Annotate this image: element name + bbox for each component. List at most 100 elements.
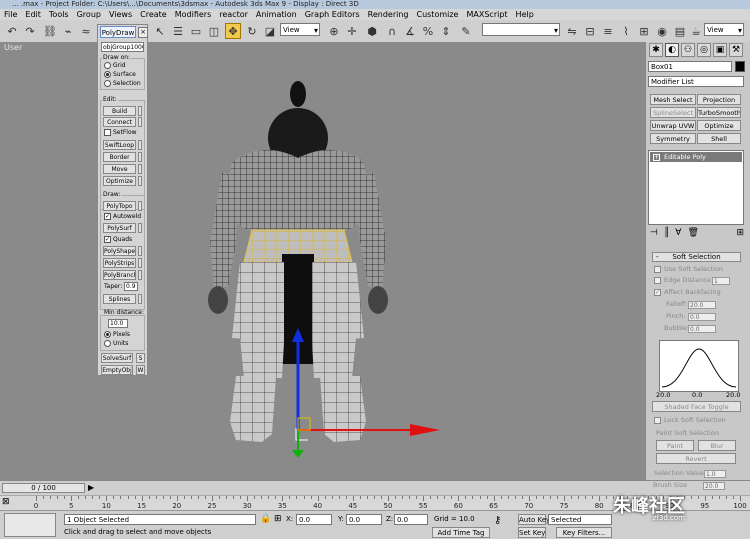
keyboard-shortcut-icon[interactable]: ⬢ xyxy=(364,23,380,39)
autoweld-checkbox[interactable]: ✓ Autoweld xyxy=(104,213,141,221)
schematic-view-icon[interactable]: ⊞ xyxy=(636,23,652,39)
shaded-face-toggle-button[interactable]: Shaded Face Toggle xyxy=(652,401,741,412)
undo-icon[interactable]: ↶ xyxy=(4,23,20,39)
projection-button[interactable]: Projection xyxy=(697,94,741,105)
reference-coordinate-dropdown[interactable]: View xyxy=(280,23,320,37)
menu-graph-editors[interactable]: Graph Editors xyxy=(301,9,364,20)
select-by-name-icon[interactable]: ☰ xyxy=(170,23,186,39)
build-options-button[interactable] xyxy=(138,106,142,116)
configure-sets-icon[interactable]: ⊞ xyxy=(736,228,744,240)
object-name-field[interactable]: objGroup10001 xyxy=(101,42,144,52)
build-button[interactable]: Build xyxy=(103,106,136,116)
taper-input[interactable]: 0.9 xyxy=(124,282,138,291)
key-icon[interactable]: ⚷ xyxy=(494,515,501,526)
expand-icon[interactable]: + xyxy=(653,154,660,161)
render-type-dropdown[interactable]: View xyxy=(704,23,744,37)
connect-options-button[interactable] xyxy=(138,117,142,127)
move-options-button[interactable] xyxy=(138,164,142,174)
spinner-snap-icon[interactable]: ⇕ xyxy=(438,23,454,39)
revert-button[interactable]: Revert xyxy=(656,453,736,464)
named-selection-icon[interactable]: ✎ xyxy=(458,23,474,39)
falloff-spinner[interactable]: 20.0 xyxy=(688,301,716,309)
display-tab-icon[interactable]: ▣ xyxy=(713,43,727,57)
utilities-tab-icon[interactable]: ⚒ xyxy=(729,43,743,57)
solvesurf-button[interactable]: SolveSurf xyxy=(101,353,133,363)
mesh-select-button[interactable]: Mesh Select xyxy=(650,94,696,105)
add-time-tag-button[interactable]: Add Time Tag xyxy=(432,527,490,538)
selection-value-spinner[interactable]: 1.0 xyxy=(704,470,726,478)
splines-options-button[interactable] xyxy=(138,294,142,304)
polyshapes-button[interactable]: PolyShapes xyxy=(103,246,136,256)
material-editor-icon[interactable]: ◉ xyxy=(654,23,670,39)
object-name-input[interactable]: Box01 xyxy=(648,61,732,72)
affect-backfacing-checkbox[interactable]: ✓ Affect Backfacing xyxy=(654,288,721,297)
select-link-icon[interactable]: ⛓ xyxy=(42,23,58,39)
menu-modifiers[interactable]: Modifiers xyxy=(171,9,216,20)
menu-maxscript[interactable]: MAXScript xyxy=(462,9,511,20)
draw-on-grid-radio[interactable]: Grid xyxy=(104,62,126,70)
menu-file[interactable]: File xyxy=(0,9,21,20)
emptyobj-w-button[interactable]: W xyxy=(136,365,145,375)
pixels-radio[interactable]: Pixels xyxy=(104,331,130,339)
render-scene-icon[interactable]: ▤ xyxy=(672,23,688,39)
draw-on-selection-radio[interactable]: Selection xyxy=(104,80,141,88)
border-options-button[interactable] xyxy=(138,152,142,162)
setflow-checkbox[interactable]: SetFlow xyxy=(104,129,137,137)
pin-stack-icon[interactable]: ⊣ xyxy=(650,228,658,240)
key-selection-dropdown[interactable]: Selected xyxy=(548,514,612,525)
menu-tools[interactable]: Tools xyxy=(45,9,73,20)
polydraw-tab[interactable]: PolyDraw xyxy=(100,26,136,38)
set-key-button[interactable]: Set Key xyxy=(518,527,546,538)
move-button[interactable]: Move xyxy=(103,164,136,174)
rectangular-selection-icon[interactable]: ▭ xyxy=(188,23,204,39)
menu-edit[interactable]: Edit xyxy=(21,9,45,20)
min-distance-input[interactable]: 10.0 xyxy=(108,319,128,328)
polystrips-button[interactable]: PolyStrips xyxy=(103,258,136,268)
edge-distance-spinner[interactable]: 1 xyxy=(712,277,730,285)
curve-editor-icon[interactable]: ⌇ xyxy=(618,23,634,39)
brush-size-spinner[interactable]: 20.0 xyxy=(703,482,725,490)
polybranch-options-button[interactable] xyxy=(138,270,142,280)
select-and-move-icon[interactable]: ✥ xyxy=(225,23,241,39)
menu-customize[interactable]: Customize xyxy=(412,9,462,20)
use-soft-selection-checkbox[interactable]: Use Soft Selection xyxy=(654,265,723,274)
modify-tab-icon[interactable]: ◐ xyxy=(665,43,679,57)
draw-on-surface-radio[interactable]: Surface xyxy=(104,71,136,79)
optimize-button[interactable]: Optimize xyxy=(103,176,136,186)
menu-reactor[interactable]: reactor xyxy=(215,9,252,20)
connect-button[interactable]: Connect xyxy=(103,117,136,127)
remove-modifier-icon[interactable]: 🗑 xyxy=(687,228,698,240)
menu-views[interactable]: Views xyxy=(105,9,136,20)
make-unique-icon[interactable]: ∀ xyxy=(675,228,681,240)
polytopo-button[interactable]: PolyTopo xyxy=(103,201,136,211)
edge-distance-checkbox[interactable]: Edge Distance xyxy=(654,276,711,285)
time-slider[interactable]: 0 / 100 xyxy=(2,483,85,493)
splines-button[interactable]: Splines xyxy=(103,294,136,304)
lock-soft-selection-checkbox[interactable]: Lock Soft Selection xyxy=(654,416,726,425)
unwrap-uvw-button[interactable]: Unwrap UVW xyxy=(650,120,696,131)
shell-button[interactable]: Shell xyxy=(697,133,741,144)
show-end-result-icon[interactable]: ║ xyxy=(664,228,669,240)
soft-selection-rollout[interactable]: - Soft Selection xyxy=(652,252,741,262)
swiftloop-button[interactable]: SwiftLoop xyxy=(103,140,136,150)
border-button[interactable]: Border xyxy=(103,152,136,162)
motion-tab-icon[interactable]: ◎ xyxy=(697,43,711,57)
stack-item-editable-poly[interactable]: + Editable Poly xyxy=(650,152,742,162)
menu-group[interactable]: Group xyxy=(73,9,105,20)
window-crossing-icon[interactable]: ◫ xyxy=(206,23,222,39)
modifier-list-dropdown[interactable]: Modifier List xyxy=(648,76,744,87)
optimize-modifier-button[interactable]: Optimize xyxy=(697,120,741,131)
select-and-scale-icon[interactable]: ◪ xyxy=(262,23,278,39)
select-manipulate-icon[interactable]: ✛ xyxy=(344,23,360,39)
angle-snap-icon[interactable]: ∡ xyxy=(402,23,418,39)
x-coordinate-input[interactable]: 0.0 xyxy=(296,514,332,525)
named-selection-sets-dropdown[interactable] xyxy=(482,23,560,37)
next-frame-icon[interactable]: ▶ xyxy=(88,483,94,492)
polystrips-options-button[interactable] xyxy=(138,258,142,268)
turbosmooth-button[interactable]: TurboSmooth xyxy=(697,107,741,118)
snap-toggle-icon[interactable]: ∩ xyxy=(384,23,400,39)
menu-create[interactable]: Create xyxy=(136,9,171,20)
polytopo-options-button[interactable] xyxy=(138,201,142,211)
polysurf-options-button[interactable] xyxy=(138,223,142,233)
emptyobj-button[interactable]: EmptyObj xyxy=(101,365,133,375)
